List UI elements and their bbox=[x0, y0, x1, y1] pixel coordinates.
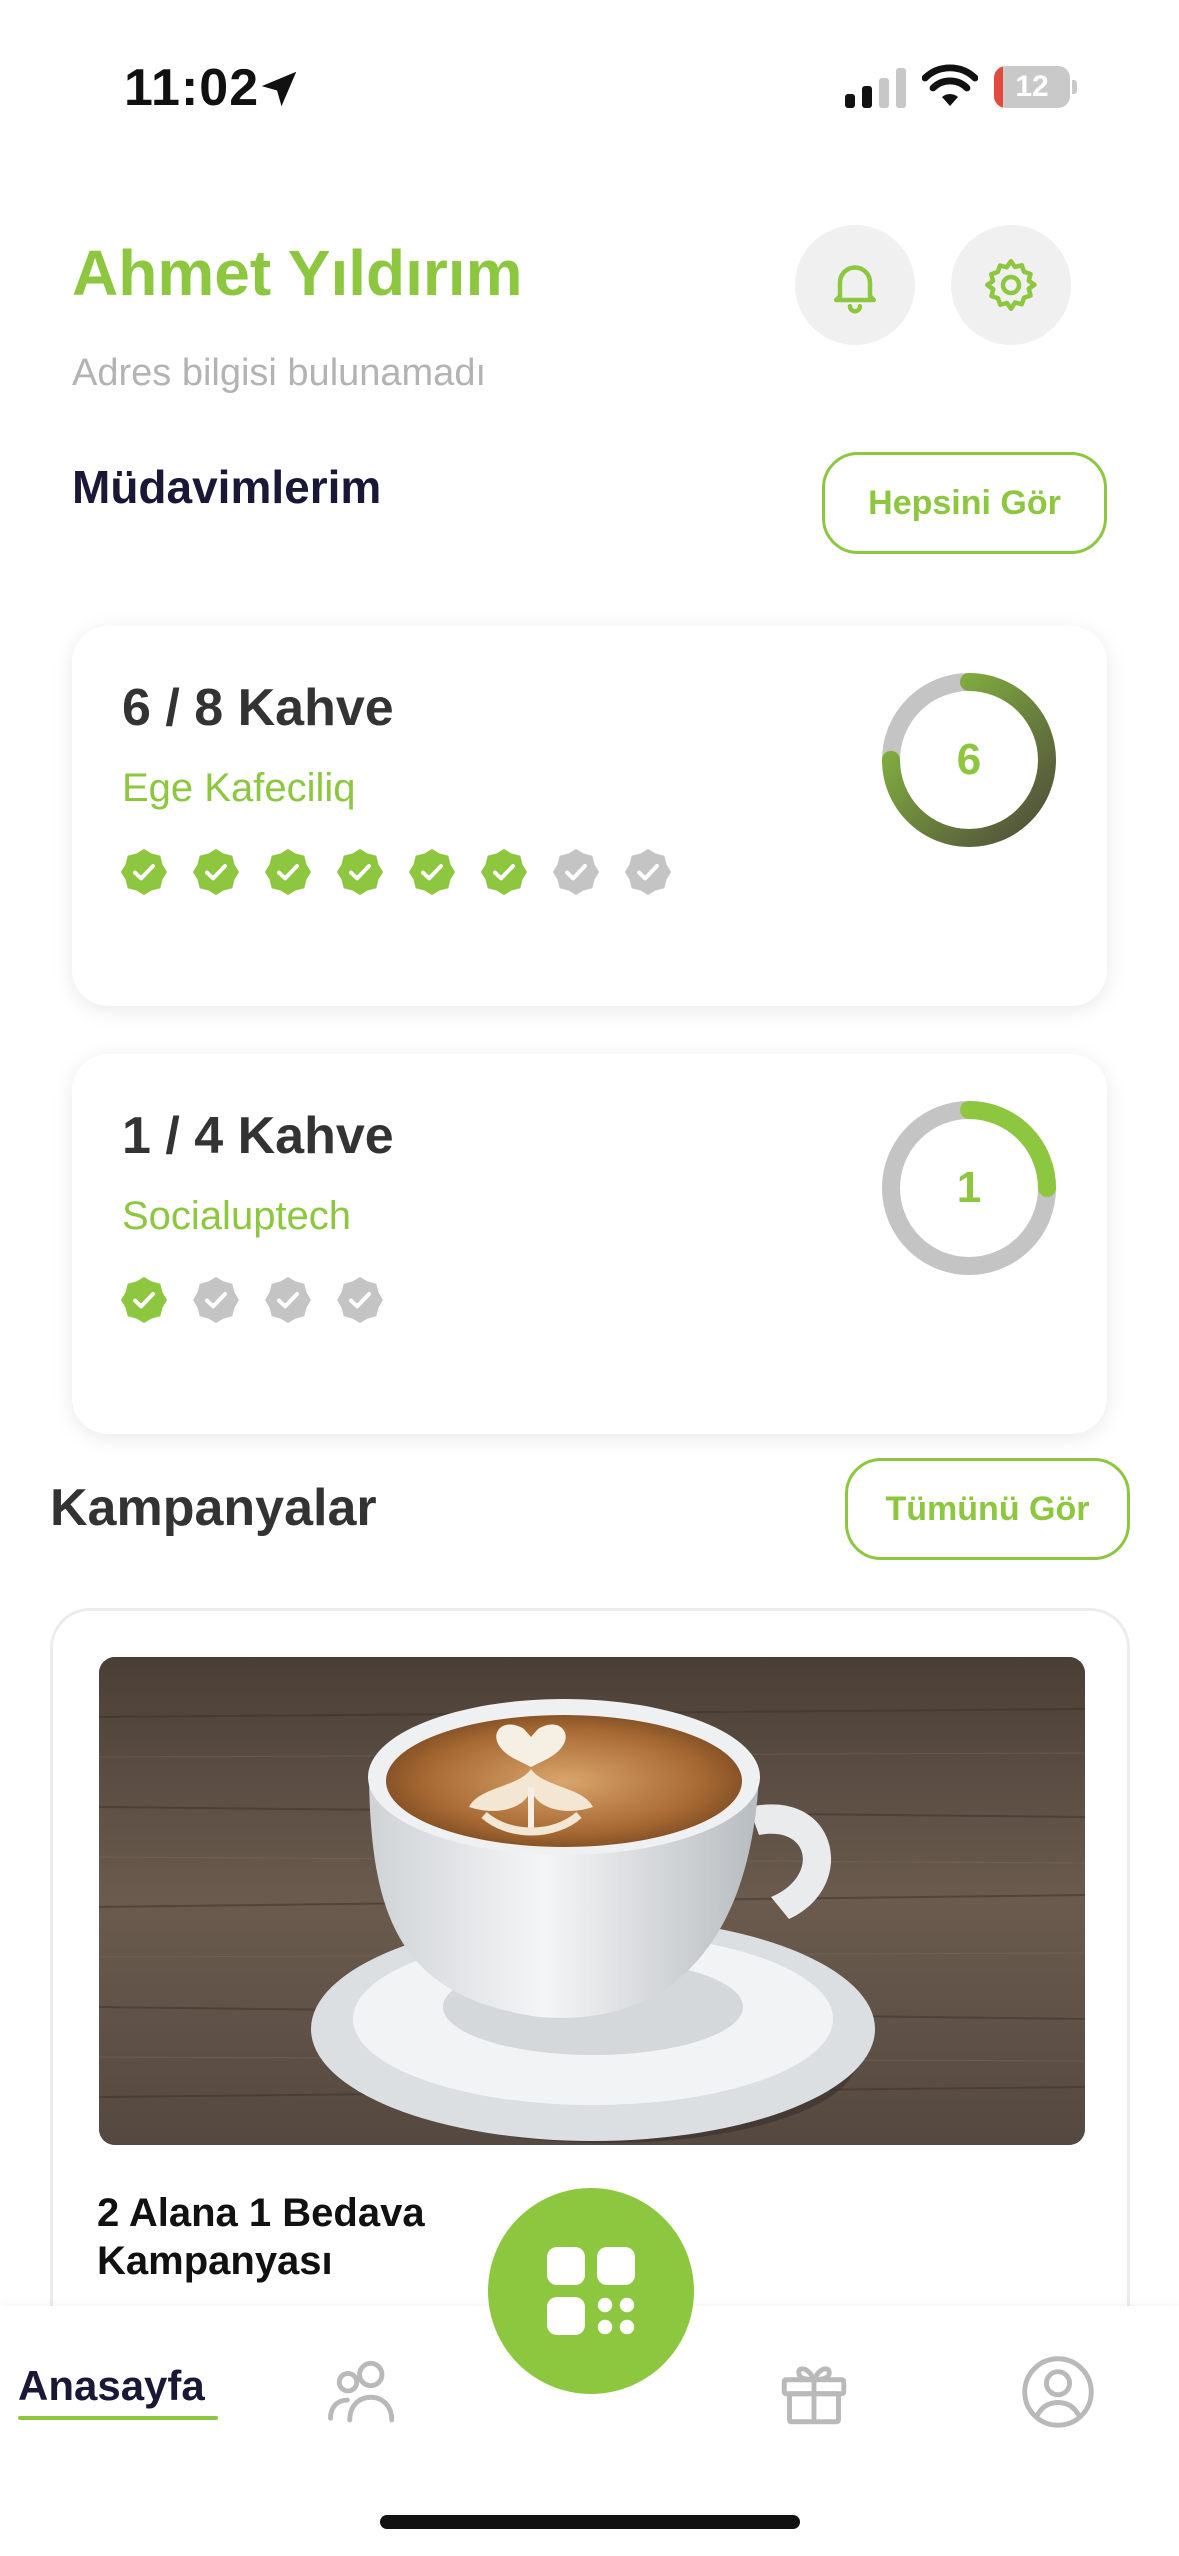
stamp-filled-icon bbox=[265, 849, 311, 895]
battery-level: 12 bbox=[1015, 70, 1049, 103]
loyalty-card[interactable]: 1 / 4 Kahve Socialuptech 1 bbox=[72, 1054, 1107, 1434]
gear-icon bbox=[985, 259, 1037, 311]
nav-home-tab[interactable]: Anasayfa bbox=[18, 2362, 205, 2410]
stamp-filled-icon bbox=[193, 849, 239, 895]
stamp-empty-icon bbox=[553, 849, 599, 895]
campaigns-title: Kampanyalar bbox=[50, 1479, 377, 1537]
progress-ring-value: 1 bbox=[956, 1163, 982, 1212]
coffee-count: 1 / 4 Kahve bbox=[122, 1107, 394, 1165]
home-indicator bbox=[380, 2515, 800, 2529]
qr-code-button[interactable] bbox=[488, 2188, 694, 2394]
regulars-title: Müdavimlerim bbox=[72, 461, 382, 513]
shop-name: Socialuptech bbox=[122, 1194, 352, 1238]
wifi-icon bbox=[922, 64, 978, 106]
see-all-regulars-button[interactable]: Hepsini Gör bbox=[822, 452, 1107, 554]
campaign-image bbox=[99, 1657, 1085, 2145]
stamp-filled-icon bbox=[337, 849, 383, 895]
latte-art-coffee-cup-image bbox=[99, 1657, 1085, 2145]
progress-ring-value: 6 bbox=[956, 735, 982, 784]
status-bar: 11:02 12 bbox=[0, 0, 1179, 175]
stamp-filled-icon bbox=[409, 849, 455, 895]
bell-icon bbox=[834, 265, 876, 314]
active-tab-indicator bbox=[18, 2416, 218, 2420]
people-icon[interactable] bbox=[320, 2350, 404, 2434]
location-arrow-icon bbox=[261, 71, 297, 107]
qr-code-icon bbox=[547, 2247, 635, 2335]
user-address: Adres bilgisi bulunamadı bbox=[72, 352, 487, 394]
stamp-filled-icon bbox=[121, 849, 167, 895]
profile-icon[interactable] bbox=[1016, 2350, 1100, 2434]
battery-icon: 12 bbox=[994, 66, 1078, 108]
see-all-campaigns-button[interactable]: Tümünü Gör bbox=[845, 1458, 1130, 1560]
loyalty-card[interactable]: 6 / 8 Kahve Ege Kafeciliq 6 bbox=[72, 626, 1107, 1006]
stamp-empty-icon bbox=[193, 1277, 239, 1323]
status-time: 11:02 bbox=[124, 59, 260, 117]
notifications-button[interactable] bbox=[795, 225, 915, 345]
coffee-count: 6 / 8 Kahve bbox=[122, 679, 394, 737]
settings-button[interactable] bbox=[951, 225, 1071, 345]
stamp-filled-icon bbox=[121, 1277, 167, 1323]
stamp-empty-icon bbox=[625, 849, 671, 895]
stamp-empty-icon bbox=[265, 1277, 311, 1323]
cellular-signal-icon bbox=[845, 68, 906, 108]
stamp-empty-icon bbox=[337, 1277, 383, 1323]
stamp-filled-icon bbox=[481, 849, 527, 895]
user-name: Ahmet Yıldırım bbox=[72, 237, 523, 309]
shop-name: Ege Kafeciliq bbox=[122, 766, 356, 810]
gift-icon[interactable] bbox=[772, 2350, 856, 2434]
